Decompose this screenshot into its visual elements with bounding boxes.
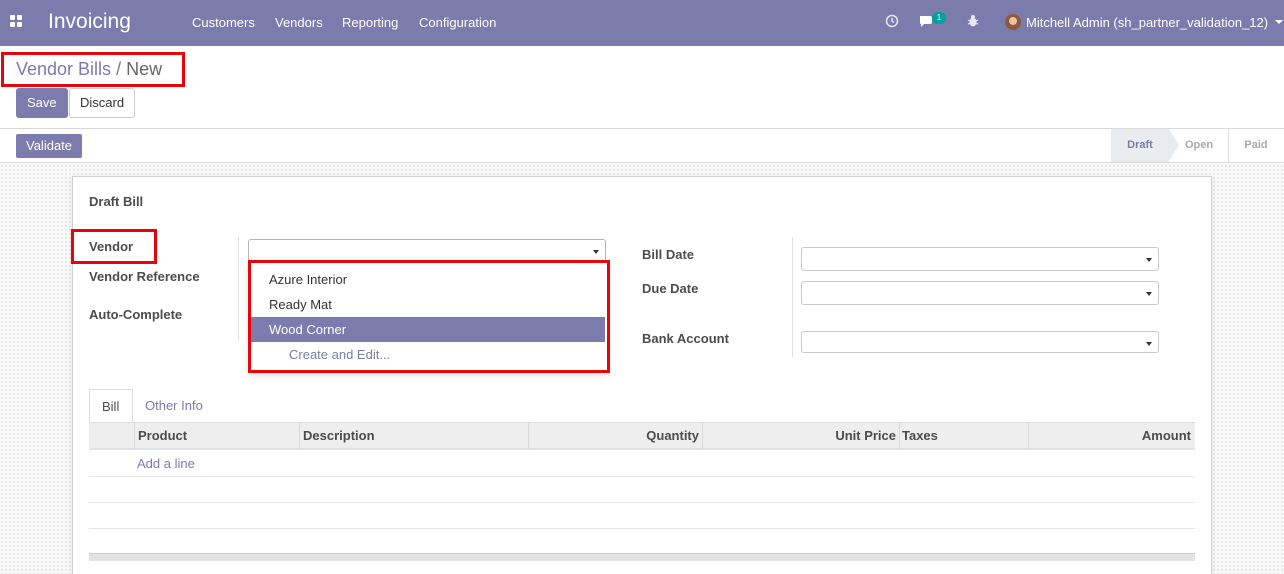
column-product[interactable]: Product [138,423,187,449]
breadcrumb: Vendor Bills / New [16,59,162,80]
top-navbar: Invoicing Customers Vendors Reporting Co… [0,0,1284,46]
column-divider [299,423,300,449]
clock-icon[interactable] [885,14,899,31]
user-menu[interactable]: Mitchell Admin (sh_partner_validation_12… [1026,15,1268,30]
tab-other-info[interactable]: Other Info [133,389,215,423]
menu-customers[interactable]: Customers [192,15,255,30]
stage-divider [1228,129,1229,162]
auto-complete-label: Auto-Complete [89,307,183,322]
due-date-label: Due Date [642,281,699,296]
caret-down-icon [1146,342,1152,346]
caret-down-icon[interactable] [1275,20,1283,24]
form-sheet [72,176,1212,574]
table-row [89,476,1195,477]
field-divider [792,237,793,357]
dropdown-create-and-edit[interactable]: Create and Edit... [251,342,605,367]
breadcrumb-current: New [126,59,163,79]
vendor-reference-label: Vendor Reference [89,269,200,284]
stage-open[interactable]: Open [1179,129,1219,162]
tab-bill[interactable]: Bill [89,389,133,423]
column-divider [899,423,900,449]
table-footer [89,553,1195,561]
due-date-field[interactable] [801,281,1159,305]
bill-date-label: Bill Date [642,247,695,262]
menu-vendors[interactable]: Vendors [275,15,323,30]
bank-account-field[interactable] [801,331,1159,353]
bug-icon[interactable] [966,14,980,31]
column-taxes[interactable]: Taxes [902,423,938,449]
bank-account-label: Bank Account [642,331,729,346]
table-row [89,528,1195,529]
field-divider [238,237,239,341]
avatar[interactable] [1005,14,1021,30]
status-bar: Validate Draft Open Paid [0,128,1284,163]
breadcrumb-separator: / [116,59,122,79]
column-unit-price[interactable]: Unit Price [702,423,896,449]
menu-configuration[interactable]: Configuration [419,15,496,30]
app-title[interactable]: Invoicing [48,10,131,34]
stage-paid[interactable]: Paid [1236,129,1276,162]
dropdown-option-azure-interior[interactable]: Azure Interior [251,267,605,292]
document-title: Draft Bill [89,194,144,209]
caret-down-icon [593,250,599,254]
menu-reporting[interactable]: Reporting [342,15,398,30]
caret-down-icon [1146,258,1152,262]
apps-icon[interactable] [10,15,22,27]
breadcrumb-vendor-bills[interactable]: Vendor Bills [16,59,111,79]
discard-button[interactable]: Discard [69,88,136,118]
caret-down-icon [1146,292,1152,296]
chat-badge: 1 [932,12,946,24]
dropdown-option-ready-mat[interactable]: Ready Mat [251,292,605,317]
vendor-field[interactable] [248,239,606,262]
stage-arrow [1169,129,1179,161]
column-divider [134,423,135,449]
vendor-dropdown: Azure Interior Ready Mat Wood Corner Cre… [250,262,608,371]
add-a-line-link[interactable]: Add a line [137,456,195,471]
column-quantity[interactable]: Quantity [528,423,699,449]
stage-draft[interactable]: Draft [1111,129,1169,162]
table-row [89,502,1195,503]
vendor-label: Vendor [89,239,134,254]
dropdown-option-wood-corner[interactable]: Wood Corner [251,317,605,342]
column-description[interactable]: Description [303,423,375,449]
bill-date-field[interactable] [801,247,1159,271]
save-button[interactable]: Save [16,88,68,118]
table-header: Product Description Quantity Unit Price … [89,423,1195,450]
column-amount[interactable]: Amount [1028,423,1191,449]
validate-button[interactable]: Validate [16,134,83,158]
